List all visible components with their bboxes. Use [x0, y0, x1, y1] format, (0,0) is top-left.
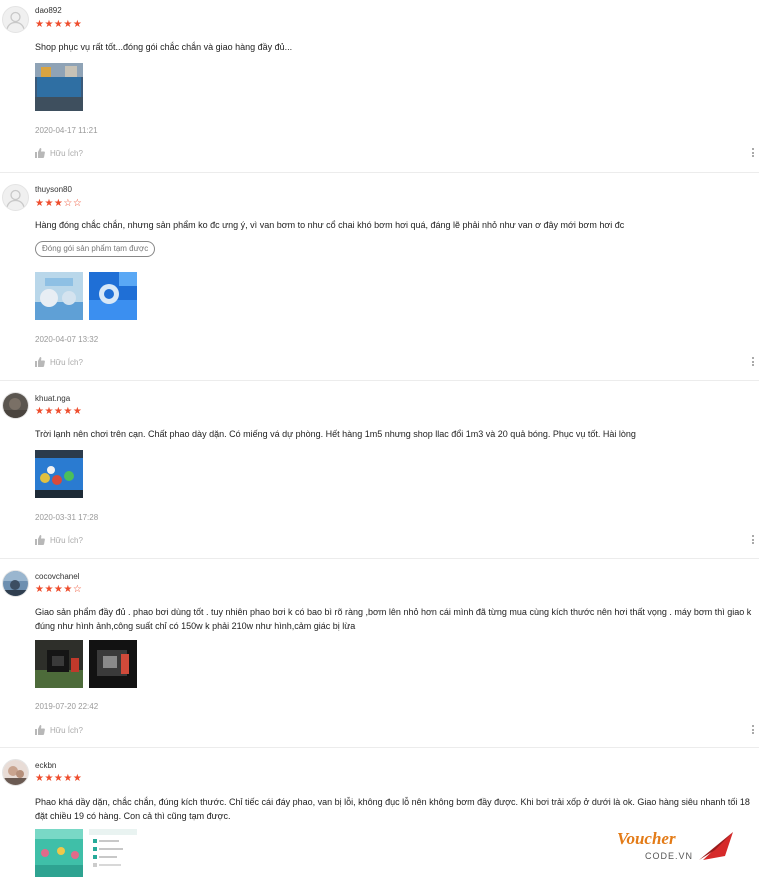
review-images	[35, 63, 83, 111]
review-images	[35, 450, 83, 498]
more-options-icon[interactable]	[752, 725, 755, 736]
rating-stars: ★★★☆☆	[35, 198, 83, 209]
review-image[interactable]	[89, 829, 137, 877]
review-text: Giao sản phẩm đầy đủ . phao bơi dùng tốt…	[35, 607, 752, 631]
username[interactable]: thuyson80	[35, 185, 72, 194]
thumbs-up-icon	[35, 535, 45, 545]
helpful-label: Hữu Ích?	[50, 357, 83, 367]
more-options-icon[interactable]	[752, 535, 755, 546]
review-text: Trời lạnh nên chơi trên cạn. Chất phao d…	[35, 429, 636, 439]
helpful-label: Hữu Ích?	[50, 535, 83, 545]
review-images	[35, 272, 137, 320]
helpful-label: Hữu Ích?	[50, 725, 83, 735]
review-item: khuat.nga ★★★★★ Trời lạnh nên chơi trên …	[0, 381, 759, 559]
helpful-button[interactable]: Hữu Ích?	[35, 725, 83, 735]
review-date: 2020-04-07 13:32	[35, 335, 99, 344]
avatar[interactable]	[2, 570, 29, 597]
review-text: Phao khá dầy dặn, chắc chắn, đúng kích t…	[35, 797, 750, 821]
review-image[interactable]	[89, 272, 137, 320]
review-item: cocovchanel ★★★★☆ Giao sản phẩm đầy đủ .…	[0, 559, 759, 748]
review-image[interactable]	[35, 640, 83, 688]
default-user-icon	[6, 189, 25, 208]
more-options-icon[interactable]	[752, 357, 755, 368]
helpful-button[interactable]: Hữu Ích?	[35, 535, 83, 545]
watermark-line1: Voucher	[617, 829, 676, 848]
helpful-button[interactable]: Hữu Ích?	[35, 357, 83, 367]
default-user-icon	[6, 11, 25, 30]
username[interactable]: khuat.nga	[35, 394, 70, 403]
review-image[interactable]	[35, 63, 83, 111]
review-text: Shop phục vụ rất tốt...đóng gói chắc chắ…	[35, 42, 293, 52]
watermark-logo: Voucher CODE.VN	[615, 826, 741, 866]
more-options-icon[interactable]	[752, 148, 755, 159]
user-photo	[3, 393, 28, 418]
review-image[interactable]	[35, 829, 83, 877]
rating-stars: ★★★★★	[35, 19, 83, 30]
user-photo	[3, 760, 28, 785]
rating-stars: ★★★★★	[35, 406, 83, 417]
review-images	[35, 829, 137, 877]
review-images	[35, 640, 137, 688]
username[interactable]: cocovchanel	[35, 572, 79, 581]
review-image[interactable]	[35, 450, 83, 498]
review-image[interactable]	[35, 272, 83, 320]
thumbs-up-icon	[35, 725, 45, 735]
review-date: 2019-07-20 22:42	[35, 702, 99, 711]
thumbs-up-icon	[35, 357, 45, 367]
review-date: 2020-03-31 17:28	[35, 513, 99, 522]
username[interactable]: dao892	[35, 6, 62, 15]
thumbs-up-icon	[35, 148, 45, 158]
avatar[interactable]	[2, 6, 29, 33]
review-date: 2020-04-17 11:21	[35, 126, 98, 135]
avatar[interactable]	[2, 184, 29, 211]
review-item: dao892 ★★★★★ Shop phục vụ rất tốt...đóng…	[0, 0, 759, 173]
review-image[interactable]	[89, 640, 137, 688]
avatar[interactable]	[2, 392, 29, 419]
helpful-button[interactable]: Hữu Ích?	[35, 148, 83, 158]
user-photo	[3, 571, 28, 596]
watermark-line2: CODE.VN	[645, 851, 693, 861]
review-tag: Đóng gói sản phẩm tạm được	[35, 241, 156, 257]
avatar[interactable]	[2, 759, 29, 786]
username[interactable]: eckbn	[35, 761, 56, 770]
rating-stars: ★★★★★	[35, 773, 83, 784]
review-text: Hàng đóng chắc chắn, nhưng sản phẩm ko đ…	[35, 220, 625, 230]
rating-stars: ★★★★☆	[35, 584, 83, 595]
review-item: thuyson80 ★★★☆☆ Hàng đóng chắc chắn, như…	[0, 173, 759, 381]
helpful-label: Hữu Ích?	[50, 148, 83, 158]
